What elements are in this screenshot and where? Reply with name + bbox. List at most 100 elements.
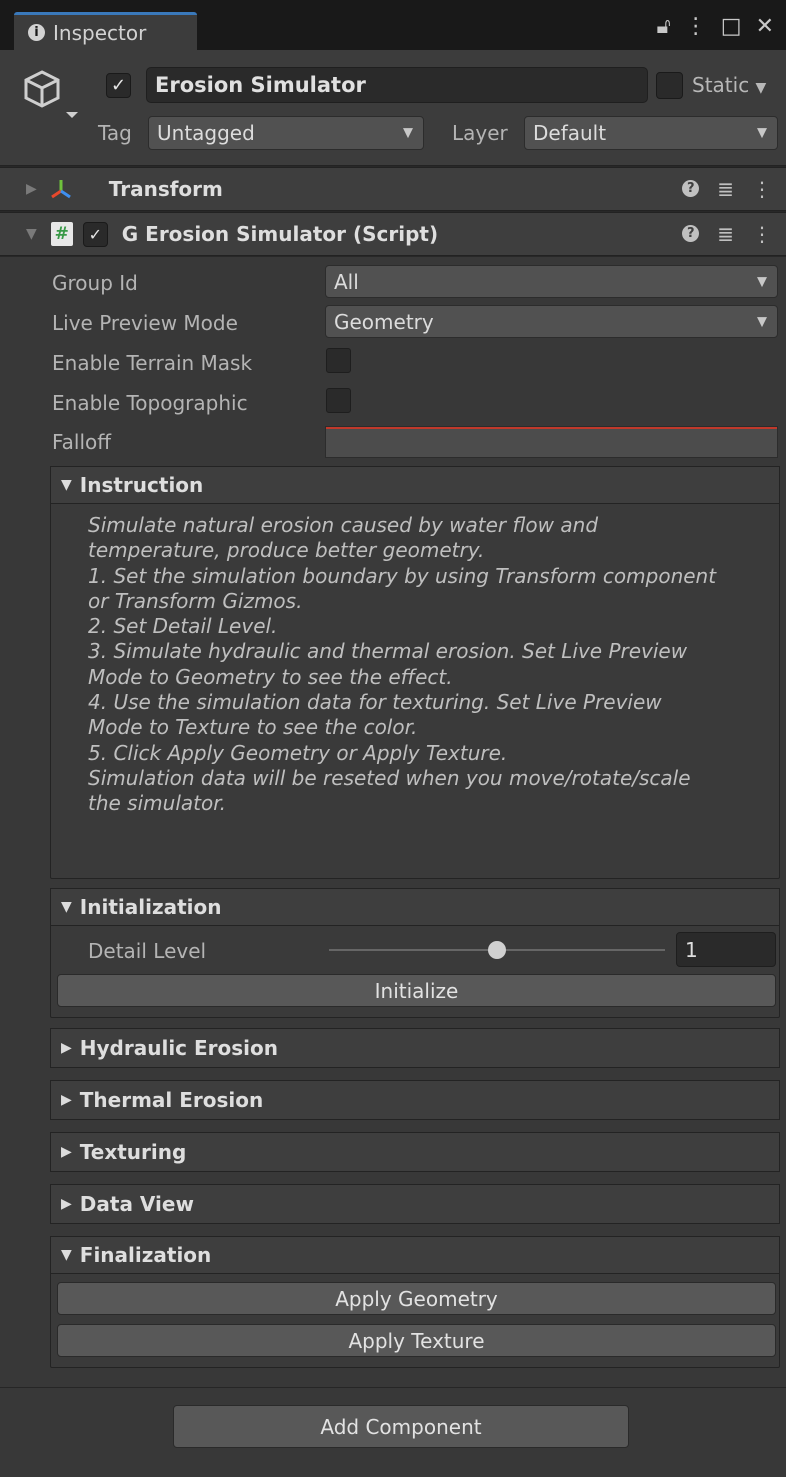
live-preview-dropdown[interactable]: Geometry ▼ (325, 305, 778, 338)
finalization-header[interactable]: ▼ Finalization (50, 1236, 780, 1274)
expand-arrow-icon: ▼ (61, 1247, 72, 1263)
instruction-header[interactable]: ▼ Instruction (50, 466, 780, 504)
tag-dropdown[interactable]: Untagged ▼ (148, 116, 424, 150)
instruction-line: Mode to Geometry to see the effect. (88, 664, 453, 689)
script-component-header[interactable]: ▼ # ✓ G Erosion Simulator (Script) (0, 212, 786, 256)
close-icon[interactable]: ✕ (756, 14, 774, 39)
static-label: Static (692, 73, 750, 97)
texturing-title: Texturing (79, 1140, 187, 1164)
group-id-dropdown[interactable]: All ▼ (325, 265, 778, 298)
transform-title: Transform (108, 177, 223, 201)
gameobject-icon[interactable] (22, 66, 82, 122)
apply-geometry-label: Apply Geometry (335, 1286, 498, 1311)
slider-thumb[interactable] (488, 941, 506, 959)
more-options-icon[interactable]: ⋮ (685, 14, 707, 39)
layer-value: Default (533, 121, 607, 145)
chevron-down-icon: ▼ (757, 314, 767, 329)
initialization-title: Initialization (79, 895, 222, 919)
live-preview-value: Geometry (334, 309, 434, 334)
help-icon[interactable]: ? (682, 225, 700, 242)
instruction-text: Simulate natural erosion caused by water… (88, 513, 778, 817)
instruction-line: Simulate natural erosion caused by water… (88, 513, 599, 537)
layer-label: Layer (452, 121, 508, 145)
instruction-line: Mode to Texture to see the color. (88, 715, 418, 740)
detail-level-label: Detail Level (88, 939, 207, 963)
apply-texture-label: Apply Texture (348, 1328, 485, 1353)
initialize-button-label: Initialize (374, 978, 459, 1003)
window-controls: 🔓︎ ⋮ □ ✕ (657, 14, 775, 39)
presets-icon[interactable]: ≣ (717, 222, 734, 246)
static-dropdown[interactable]: Static ▼ (692, 73, 766, 97)
chevron-down-icon: ▼ (403, 125, 413, 141)
active-checkbox[interactable]: ✓ (106, 73, 131, 98)
script-icon: # (50, 222, 73, 246)
falloff-label: Falloff (52, 430, 112, 454)
collapse-arrow-icon: ▶ (61, 1144, 72, 1160)
finalization-title: Finalization (79, 1243, 212, 1267)
expand-arrow-icon[interactable]: ▼ (26, 226, 37, 242)
instruction-line: 5. Click Apply Geometry or Apply Texture… (88, 740, 508, 765)
detail-level-value: 1 (685, 937, 698, 962)
thermal-erosion-header[interactable]: ▶ Thermal Erosion (50, 1080, 780, 1120)
add-component-button[interactable]: Add Component (173, 1405, 629, 1448)
initialize-button[interactable]: Initialize (57, 974, 776, 1007)
script-actions: ? ≣ ⋮ (682, 222, 772, 246)
topographic-label: Enable Topographic (52, 391, 248, 415)
presets-icon[interactable]: ≣ (717, 177, 734, 201)
apply-geometry-button[interactable]: Apply Geometry (57, 1282, 776, 1315)
texturing-header[interactable]: ▶ Texturing (50, 1132, 780, 1172)
terrain-mask-label: Enable Terrain Mask (52, 351, 253, 375)
falloff-curve-line (326, 427, 777, 429)
falloff-curve-field[interactable] (325, 426, 778, 458)
collapse-arrow-icon: ▶ (61, 1040, 72, 1056)
live-preview-label: Live Preview Mode (52, 311, 238, 335)
add-component-label: Add Component (320, 1414, 482, 1439)
tab-inspector[interactable]: i Inspector (14, 12, 197, 50)
chevron-down-icon: ▼ (757, 125, 767, 141)
data-view-title: Data View (79, 1192, 194, 1216)
collapse-arrow-icon: ▶ (61, 1196, 72, 1212)
group-id-value: All (334, 269, 359, 294)
initialization-header[interactable]: ▼ Initialization (50, 888, 780, 926)
transform-icon (50, 180, 71, 199)
info-icon: i (28, 24, 45, 41)
instruction-line: Simulation data will be reseted when you… (88, 765, 691, 790)
transform-component-header[interactable]: ▶ Transform (0, 167, 786, 211)
tag-label: Tag (98, 121, 132, 145)
kebab-menu-icon[interactable]: ⋮ (752, 222, 772, 246)
object-name: Erosion Simulator (155, 73, 366, 97)
layer-dropdown[interactable]: Default ▼ (524, 116, 778, 150)
detail-level-slider[interactable] (329, 938, 665, 962)
expand-arrow-icon: ▼ (61, 477, 72, 493)
instruction-line: or Transform Gizmos. (88, 588, 303, 613)
maximize-icon[interactable]: □ (721, 14, 742, 39)
script-enabled-checkbox[interactable]: ✓ (82, 221, 108, 247)
kebab-menu-icon[interactable]: ⋮ (752, 177, 772, 201)
static-checkbox[interactable] (656, 72, 683, 99)
instruction-line: 3. Simulate hydraulic and thermal erosio… (88, 639, 688, 664)
instruction-line: 2. Set Detail Level. (88, 614, 278, 639)
terrain-mask-checkbox[interactable] (326, 348, 351, 373)
transform-actions: ? ≣ ⋮ (682, 177, 772, 201)
thermal-erosion-title: Thermal Erosion (79, 1088, 264, 1112)
data-view-header[interactable]: ▶ Data View (50, 1184, 780, 1224)
script-title: G Erosion Simulator (Script) (121, 222, 439, 246)
help-icon[interactable]: ? (682, 180, 700, 197)
hydraulic-erosion-header[interactable]: ▶ Hydraulic Erosion (50, 1028, 780, 1068)
instruction-line: the simulator. (88, 791, 226, 816)
instruction-line: 4. Use the simulation data for texturing… (88, 690, 662, 715)
object-name-field[interactable]: Erosion Simulator (146, 67, 648, 103)
hydraulic-erosion-title: Hydraulic Erosion (79, 1036, 279, 1060)
chevron-down-icon: ▼ (757, 274, 767, 289)
collapse-arrow-icon[interactable]: ▶ (26, 181, 37, 197)
instruction-line: 1. Set the simulation boundary by using … (88, 563, 717, 588)
topographic-checkbox[interactable] (326, 388, 351, 413)
apply-texture-button[interactable]: Apply Texture (57, 1324, 776, 1357)
expand-arrow-icon: ▼ (61, 899, 72, 915)
tab-inspector-label: Inspector (53, 20, 147, 45)
detail-level-input[interactable]: 1 (676, 932, 776, 967)
collapse-arrow-icon: ▶ (61, 1092, 72, 1108)
group-id-label: Group Id (52, 271, 138, 295)
lock-icon[interactable]: 🔓︎ (657, 14, 671, 39)
instruction-title: Instruction (79, 473, 204, 497)
